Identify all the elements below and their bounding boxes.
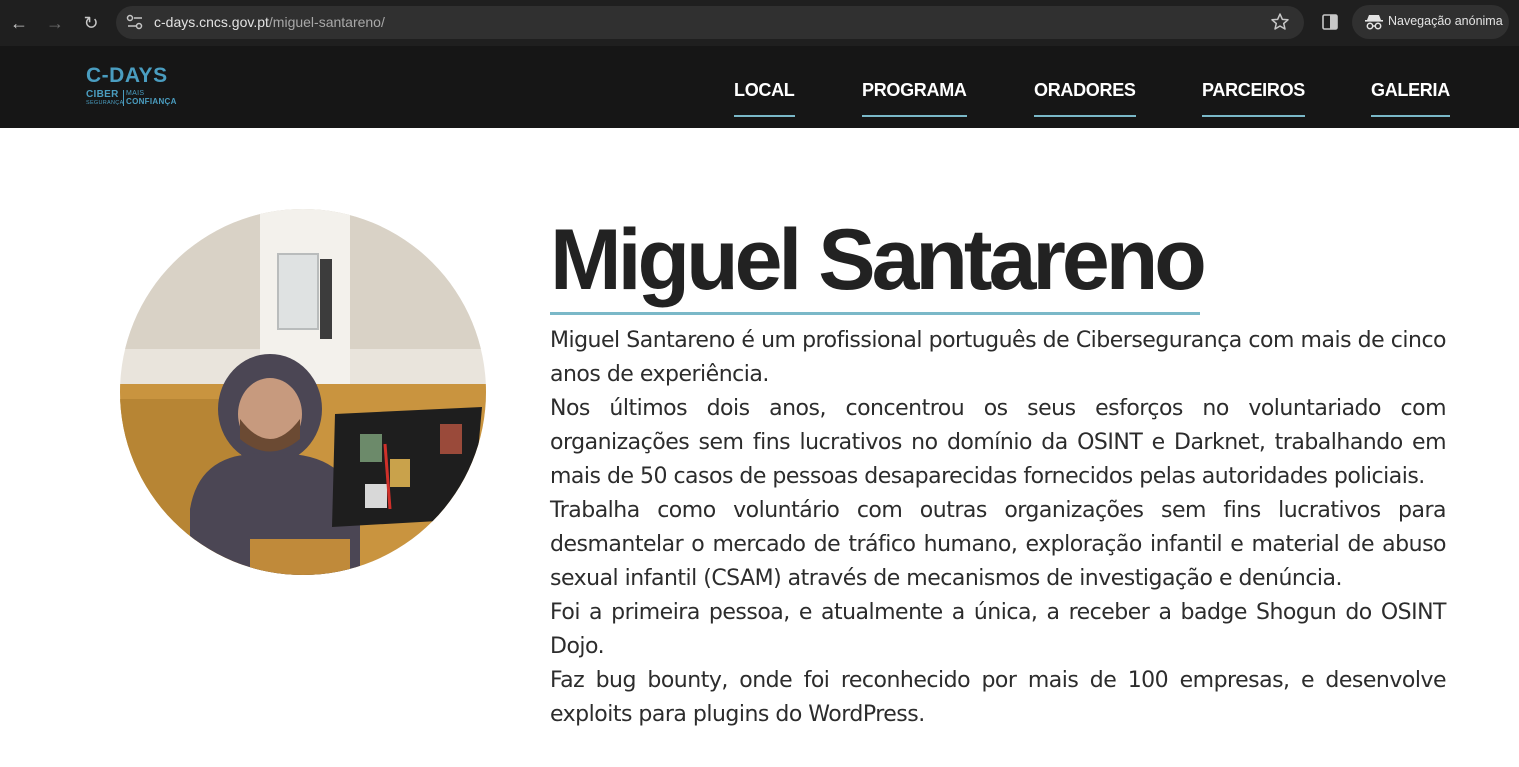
menu-item-programa[interactable]: PROGRAMA: [862, 80, 967, 117]
menu-item-oradores[interactable]: ORADORES: [1034, 80, 1136, 117]
menu-item-local[interactable]: LOCAL: [734, 80, 795, 117]
url-text[interactable]: c-days.cncs.gov.pt/miguel-santareno/: [154, 14, 385, 30]
reload-icon[interactable]: ↻: [79, 11, 103, 35]
address-bar[interactable]: c-days.cncs.gov.pt/miguel-santareno/: [116, 6, 1304, 39]
incognito-icon: [1365, 15, 1383, 30]
speaker-photo-illustration: [120, 209, 486, 575]
forward-arrow-icon[interactable]: →: [43, 11, 67, 35]
site-info-icon[interactable]: [126, 14, 144, 31]
bio-paragraph: Trabalha como voluntário com outras orga…: [550, 498, 1447, 591]
logo-title: C-DAYS: [86, 64, 168, 87]
logo-mais-confianca: MAIS CONFIANÇA: [126, 90, 177, 107]
url-host: c-days.cncs.gov.pt: [154, 14, 269, 30]
menu-item-galeria[interactable]: GALERIA: [1371, 80, 1450, 117]
logo-mais: MAIS: [126, 90, 145, 97]
bio-paragraph: Foi a primeira pessoa, e atualmente a ún…: [550, 600, 1447, 659]
site-header: C-DAYS CIBER SEGURANÇA MAIS CONFIANÇA LOC…: [0, 46, 1519, 128]
back-arrow-icon[interactable]: ←: [7, 11, 31, 35]
logo-seguranca: SEGURANÇA: [86, 100, 124, 106]
url-path: /miguel-santareno/: [268, 14, 385, 30]
incognito-indicator[interactable]: Navegação anónima: [1352, 5, 1509, 39]
logo-ciber: CIBER: [86, 89, 119, 100]
menu-item-parceiros[interactable]: PARCEIROS: [1202, 80, 1305, 117]
speaker-name: Miguel Santareno: [550, 212, 1207, 308]
bio-paragraph: Miguel Santareno é um profissional portu…: [550, 328, 1447, 387]
bio-paragraph: Faz bug bounty, onde foi reconhecido por…: [550, 668, 1447, 727]
cdays-logo[interactable]: C-DAYS CIBER SEGURANÇA MAIS CONFIANÇA: [86, 64, 178, 108]
logo-divider: [123, 90, 124, 106]
browser-toolbar: ← → ↻ c-days.cncs.gov.pt/miguel-santaren…: [0, 0, 1519, 46]
incognito-label: Navegação anónima: [1388, 14, 1503, 28]
speaker-photo: [120, 209, 486, 575]
speaker-name-underline: [550, 312, 1200, 315]
logo-confianca: CONFIANÇA: [126, 97, 177, 106]
side-panel-icon[interactable]: [1320, 12, 1340, 32]
bookmark-star-icon[interactable]: [1270, 12, 1290, 32]
bio-paragraph: Nos últimos dois anos, concentrou os seu…: [550, 396, 1447, 489]
speaker-bio: Miguel Santareno é um profissional portu…: [550, 324, 1447, 732]
